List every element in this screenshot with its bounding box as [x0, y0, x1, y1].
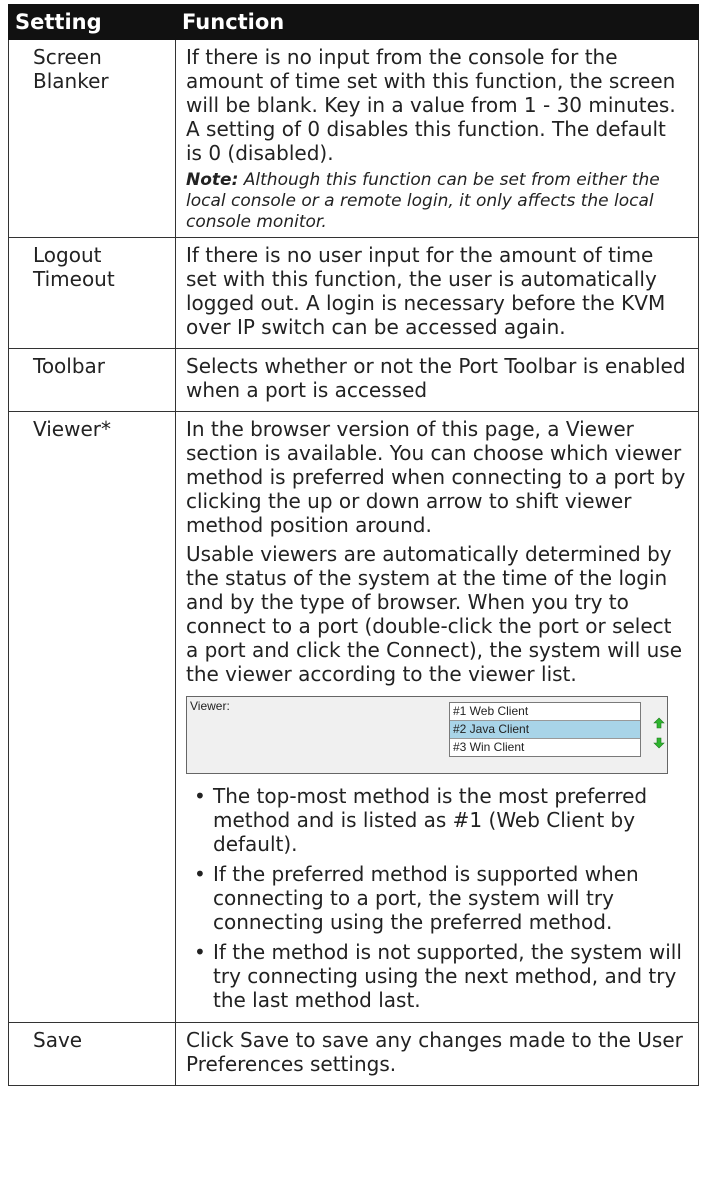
viewer-item[interactable]: #1 Web Client [450, 703, 640, 721]
setting-function: Click Save to save any changes made to t… [175, 1022, 699, 1086]
setting-function: If there is no input from the console fo… [175, 39, 699, 238]
green-down-arrow-icon[interactable] [653, 737, 665, 749]
function-text: In the browser version of this page, a V… [186, 417, 686, 537]
viewer-label: Viewer: [190, 699, 230, 713]
table-row: Save Click Save to save any changes made… [8, 1022, 699, 1086]
viewer-item[interactable]: #3 Win Client [450, 739, 640, 756]
list-item: • The top-most method is the most preferr… [186, 784, 688, 856]
bullet-text: If the method is not supported, the syst… [213, 940, 682, 1012]
header-setting: Setting [8, 4, 176, 40]
bullet-text: The top-most method is the most preferre… [213, 784, 648, 856]
bullet-dot: • [194, 940, 206, 964]
note-label: Note: [186, 170, 239, 190]
setting-name: Save [8, 1022, 176, 1086]
list-item: • If the preferred method is supported wh… [186, 862, 688, 934]
setting-function: Selects whether or not the Port Toolbar … [175, 348, 699, 412]
setting-name: Viewer* [8, 411, 176, 1023]
function-text: If there is no input from the console fo… [186, 45, 676, 165]
function-text: Click Save to save any changes made to t… [186, 1028, 683, 1076]
setting-name: Toolbar [8, 348, 176, 412]
viewer-screenshot: Viewer: #1 Web Client #2 Java Client #3 … [186, 696, 668, 774]
table-row: Toolbar Selects whether or not the Port … [8, 348, 699, 412]
viewer-item-selected[interactable]: #2 Java Client [450, 721, 640, 739]
bullet-dot: • [194, 862, 206, 886]
bullet-list: • The top-most method is the most preferr… [186, 784, 688, 1012]
note: Note: Although this function can be set … [186, 170, 688, 233]
function-text: Selects whether or not the Port Toolbar … [186, 354, 686, 402]
green-up-arrow-icon[interactable] [653, 717, 665, 729]
table-row: Screen Blanker If there is no input from… [8, 39, 699, 238]
table-header-row: Setting Function [8, 4, 699, 40]
table-row: Viewer* In the browser version of this p… [8, 411, 699, 1023]
setting-function: If there is no user input for the amount… [175, 237, 699, 349]
settings-table: Setting Function Screen Blanker If there… [8, 4, 699, 1086]
setting-name: Screen Blanker [8, 39, 176, 238]
header-function: Function [175, 4, 699, 40]
bullet-text: If the preferred method is supported whe… [213, 862, 639, 934]
viewer-list[interactable]: #1 Web Client #2 Java Client #3 Win Clie… [449, 702, 641, 757]
setting-name: Logout Timeout [8, 237, 176, 349]
function-text: If there is no user input for the amount… [186, 243, 666, 339]
function-text: Usable viewers are automatically determi… [186, 542, 683, 686]
setting-function: In the browser version of this page, a V… [175, 411, 699, 1023]
note-text: Although this function can be set from e… [186, 170, 660, 232]
table-row: Logout Timeout If there is no user input… [8, 237, 699, 349]
list-item: • If the method is not supported, the sys… [186, 940, 688, 1012]
bullet-dot: • [194, 784, 206, 808]
